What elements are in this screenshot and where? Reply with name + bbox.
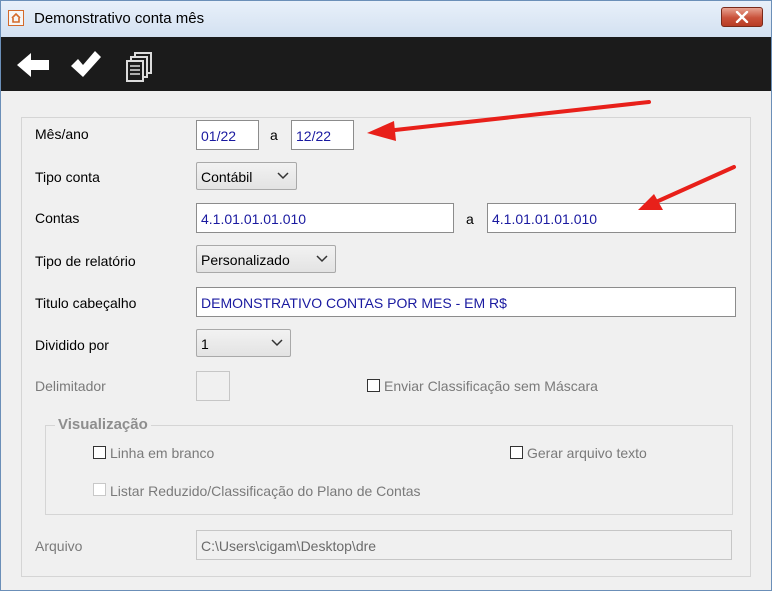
annotation-arrow-2 bbox=[638, 165, 736, 210]
annotation-arrows bbox=[367, 100, 736, 210]
dialog-window: Demonstrativo conta mês Mês/ano 01/22 a … bbox=[0, 0, 772, 591]
annotation-arrow-1 bbox=[367, 100, 651, 141]
